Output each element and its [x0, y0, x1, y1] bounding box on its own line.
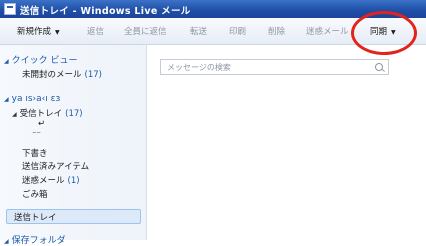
new-button[interactable]: 新規作成 ▼	[17, 25, 60, 37]
quick-views-label: クイック ビュー	[11, 56, 78, 66]
forward-button[interactable]: 転送	[190, 25, 207, 37]
highlight-annotation-circle	[351, 11, 417, 55]
account-label: ya ıs›a‹ı ɛз	[11, 94, 61, 104]
folder-junk-label: 迷惑メール	[22, 176, 65, 186]
print-button[interactable]: 印刷	[229, 25, 246, 37]
folder-inbox[interactable]: ◢ 受信トレイ (17)	[12, 107, 83, 119]
folder-sent[interactable]: 送信済みアイテム	[22, 160, 89, 172]
unread-count: (17)	[84, 70, 102, 80]
inbox-count: (17)	[65, 109, 83, 119]
search-box[interactable]: メッセージの検索	[160, 59, 389, 75]
delete-button[interactable]: 削除	[268, 25, 285, 37]
search-icon[interactable]	[375, 63, 383, 71]
chevron-down-icon: ▼	[55, 29, 60, 36]
folder-trash[interactable]: ごみ箱	[22, 188, 48, 200]
storage-folders-label: 保存フォルダ	[11, 236, 66, 246]
junk-count: (1)	[67, 176, 80, 186]
folder-inbox-subfolder[interactable]: ⁻⁻	[32, 130, 41, 140]
windows-live-mail-icon	[4, 3, 16, 15]
expand-triangle-icon[interactable]: ◢	[12, 111, 17, 118]
quick-views-header[interactable]: ◢ クイック ビュー	[4, 53, 78, 66]
folder-unread-label: 未開封のメール	[22, 70, 82, 80]
reply-all-button[interactable]: 全員に返信	[124, 25, 167, 37]
expand-triangle-icon[interactable]: ◢	[4, 238, 9, 245]
new-button-label: 新規作成	[17, 27, 52, 37]
folder-inbox-subfolder[interactable]: ↵	[38, 119, 45, 129]
folder-outbox[interactable]: 送信トレイ	[14, 211, 57, 223]
folder-inbox-label: 受信トレイ	[19, 109, 63, 119]
account-header[interactable]: ◢ ya ıs›a‹ı ɛз	[4, 94, 60, 104]
folder-unread[interactable]: 未開封のメール (17)	[22, 68, 102, 80]
expand-triangle-icon[interactable]: ◢	[4, 58, 9, 65]
junk-button[interactable]: 迷惑メール	[306, 25, 349, 37]
folder-drafts[interactable]: 下書き	[22, 147, 48, 159]
folder-junk[interactable]: 迷惑メール (1)	[22, 174, 80, 186]
reply-button[interactable]: 返信	[87, 25, 104, 37]
search-input[interactable]: メッセージの検索	[167, 62, 231, 73]
expand-triangle-icon[interactable]: ◢	[4, 96, 9, 103]
window-title: 送信トレイ - Windows Live メール	[20, 6, 191, 17]
